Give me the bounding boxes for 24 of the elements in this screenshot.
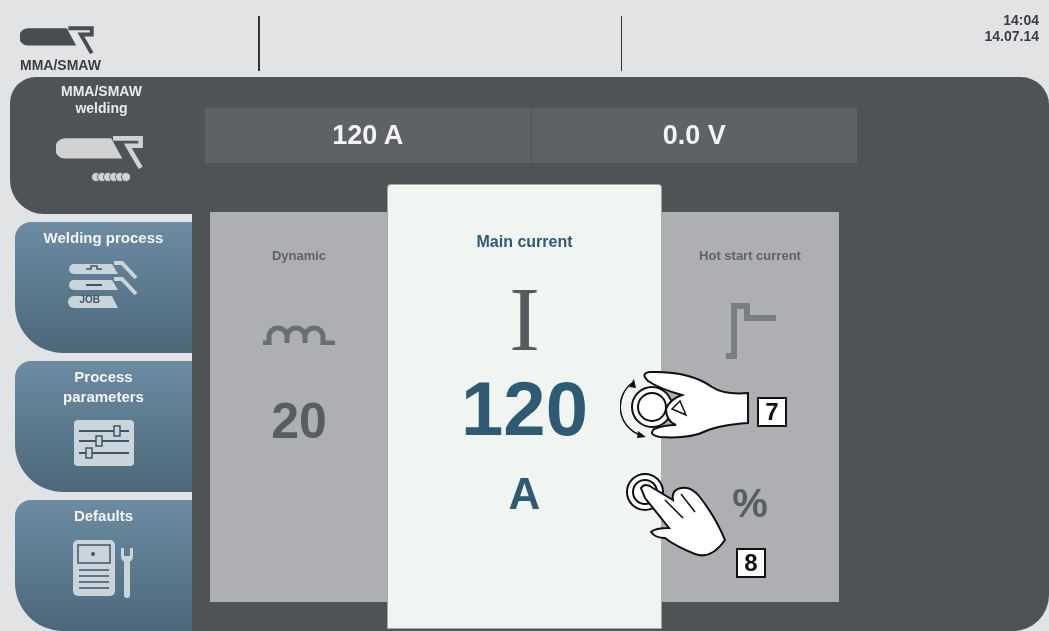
- time-text: 14:04: [1003, 12, 1039, 28]
- mode-label: MMA/SMAW: [20, 57, 102, 73]
- parameter-label: Hot start current: [699, 247, 801, 263]
- parameter-card[interactable]: Dynamic 20: [210, 211, 388, 602]
- date-text: 14.07.14: [984, 28, 1039, 44]
- readout-value: 120 A: [205, 108, 532, 163]
- parameter-card[interactable]: Main current I 120 A: [388, 185, 661, 628]
- parameter-value: 120: [461, 369, 588, 449]
- parameter-symbol: I: [509, 273, 540, 365]
- electrode-dots-icon: [90, 172, 133, 183]
- parameter-unit: A: [508, 469, 541, 519]
- parameter-label: Dynamic: [271, 247, 327, 263]
- parameter-unit: %: [732, 480, 768, 526]
- callout-number: 7: [757, 397, 787, 427]
- parameter-label: Main current: [476, 233, 573, 251]
- parameter-value: 20: [271, 391, 327, 451]
- readout-value: 0.0 V: [661, 119, 727, 152]
- nav-button[interactable]: Welding process JOB: [15, 222, 192, 353]
- process-title: MMA/SMAW welding: [60, 83, 143, 117]
- callout-number: 8: [736, 548, 766, 578]
- nav-button[interactable]: Process parameters: [15, 361, 192, 492]
- job-label: JOB: [79, 294, 101, 306]
- sliders-icon: [72, 419, 135, 467]
- nav-button[interactable]: Defaults: [15, 500, 192, 631]
